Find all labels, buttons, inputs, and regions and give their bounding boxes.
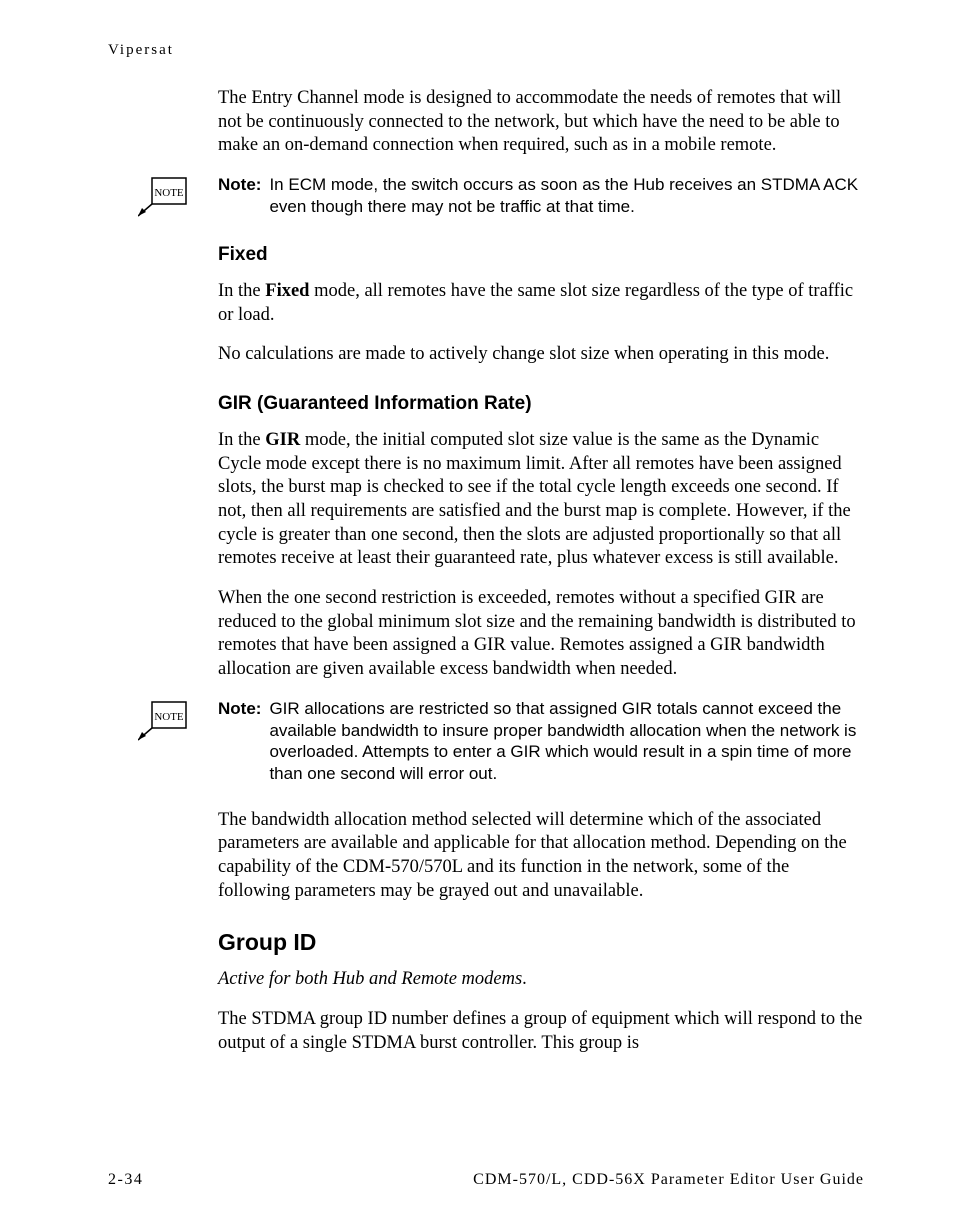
note-label: Note: [218,698,261,785]
note-icon: NOTE [108,174,218,218]
intro-paragraph: The Entry Channel mode is designed to ac… [218,87,864,158]
page-header: Vipersat [108,42,864,59]
gir-heading: GIR (Guaranteed Information Rate) [218,393,864,415]
group-id-subtitle: Active for both Hub and Remote modems. [218,968,864,992]
gir-para-2: When the one second restriction is excee… [218,587,864,682]
fixed-para-2: No calculations are made to actively cha… [218,343,864,367]
note-body: GIR allocations are restricted so that a… [261,698,864,785]
note-block-1: NOTE Note: In ECM mode, the switch occur… [108,174,864,218]
fixed-heading: Fixed [218,244,864,266]
fixed-para-1: In the Fixed mode, all remotes have the … [218,280,864,327]
note-icon-text: NOTE [154,187,184,199]
note-icon: NOTE [108,698,218,742]
footer-title: CDM-570/L, CDD-56X Parameter Editor User… [473,1171,864,1189]
note-block-2: NOTE Note: GIR allocations are restricte… [108,698,864,785]
page-number: 2-34 [108,1171,143,1189]
note-label: Note: [218,174,261,218]
page-footer: 2-34 CDM-570/L, CDD-56X Parameter Editor… [108,1171,864,1189]
gir-para-1: In the GIR mode, the initial computed sl… [218,429,864,571]
note-body: In ECM mode, the switch occurs as soon a… [261,174,864,218]
group-id-para: The STDMA group ID number defines a grou… [218,1008,864,1055]
note-icon-text: NOTE [154,711,184,723]
allocation-paragraph: The bandwidth allocation method selected… [218,809,864,904]
group-id-heading: Group ID [218,929,864,956]
